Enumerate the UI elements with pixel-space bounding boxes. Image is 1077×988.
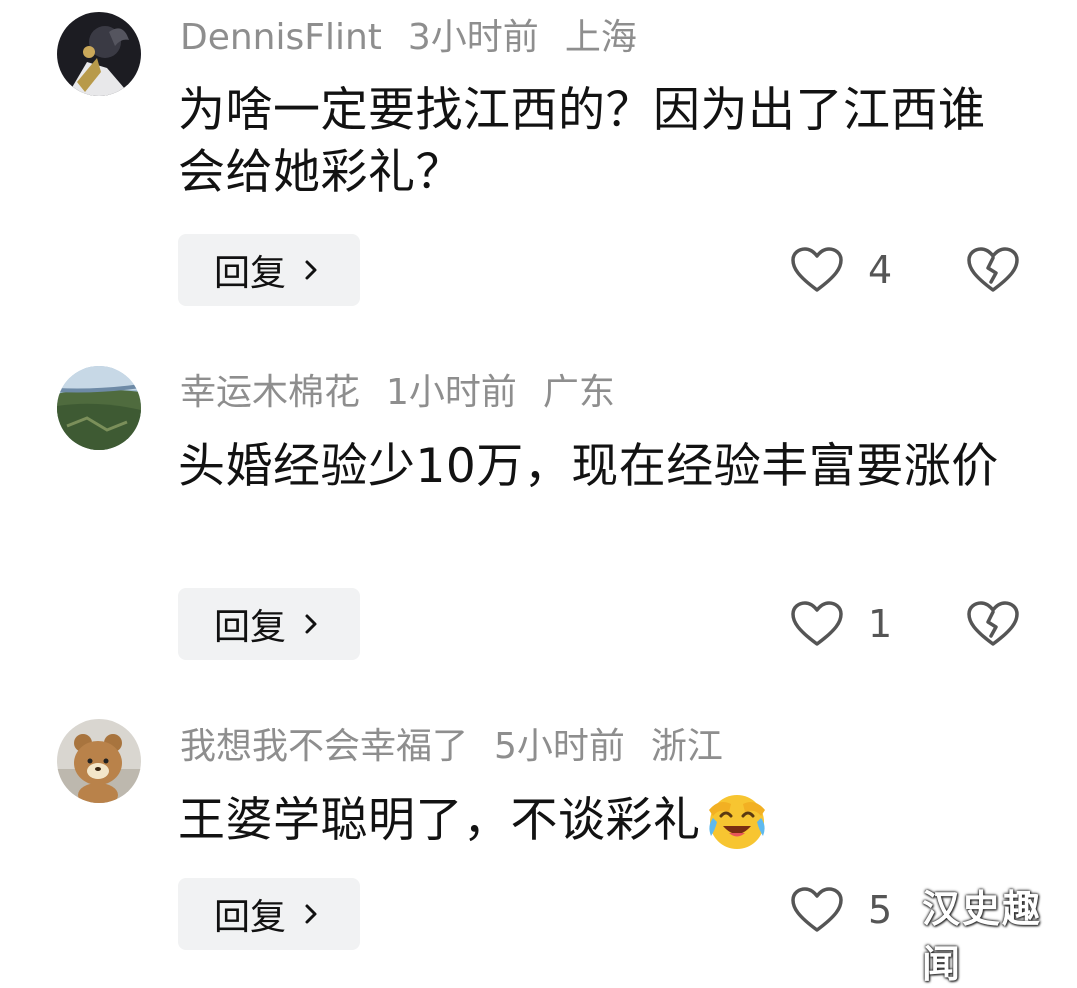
reply-button[interactable]: 回复 xyxy=(178,588,360,660)
like-button[interactable]: 5 xyxy=(790,886,892,934)
broken-heart-icon xyxy=(967,247,1019,292)
location: 上海 xyxy=(564,17,637,58)
username[interactable]: 幸运木棉花 xyxy=(180,372,360,413)
location: 广东 xyxy=(542,372,615,413)
location: 浙江 xyxy=(650,726,723,767)
chevron-right-icon xyxy=(305,614,317,634)
avatar[interactable] xyxy=(57,366,141,450)
watermark: 汉史趣闻 xyxy=(922,887,1043,986)
comment-meta: 我想我不会幸福了 5小时前 浙江 xyxy=(180,725,749,769)
reply-label: 回复 xyxy=(214,607,287,648)
like-count: 1 xyxy=(868,602,893,646)
avatar[interactable] xyxy=(57,719,141,803)
reply-button[interactable]: 回复 xyxy=(178,878,360,950)
chevron-right-icon xyxy=(305,260,317,280)
dislike-button[interactable] xyxy=(966,246,1020,298)
dislike-button[interactable] xyxy=(966,600,1020,652)
like-count: 4 xyxy=(868,248,893,292)
username[interactable]: DennisFlint xyxy=(180,17,382,58)
username[interactable]: 我想我不会幸福了 xyxy=(180,726,468,767)
comment-meta: 幸运木棉花 1小时前 广东 xyxy=(180,371,641,415)
comment-meta: DennisFlint 3小时前 上海 xyxy=(180,16,663,60)
timestamp: 5小时前 xyxy=(494,726,625,767)
reply-label: 回复 xyxy=(214,897,287,938)
reply-label: 回复 xyxy=(214,253,287,294)
laughing-crying-emoji-icon xyxy=(708,795,765,849)
broken-heart-icon xyxy=(967,601,1019,646)
comment-text: 为啥一定要找江西的？因为出了江西谁会给她彩礼？ xyxy=(178,83,986,200)
like-count: 5 xyxy=(868,888,893,932)
chevron-right-icon xyxy=(305,904,317,924)
timestamp: 1小时前 xyxy=(386,372,517,413)
comment-text: 王婆学聪明了，不谈彩礼 xyxy=(178,790,1018,852)
reply-button[interactable]: 回复 xyxy=(178,234,360,306)
timestamp: 3小时前 xyxy=(407,17,539,58)
heart-outline-icon xyxy=(791,601,843,646)
comment-text: 头婚经验少10万，现在经验丰富要涨价 xyxy=(178,439,999,494)
like-button[interactable]: 4 xyxy=(790,246,892,294)
comment-text-content: 王婆学聪明了，不谈彩礼 xyxy=(178,793,701,848)
avatar[interactable] xyxy=(57,12,141,96)
heart-outline-icon xyxy=(791,887,843,932)
like-button[interactable]: 1 xyxy=(790,600,892,648)
heart-outline-icon xyxy=(791,247,843,292)
